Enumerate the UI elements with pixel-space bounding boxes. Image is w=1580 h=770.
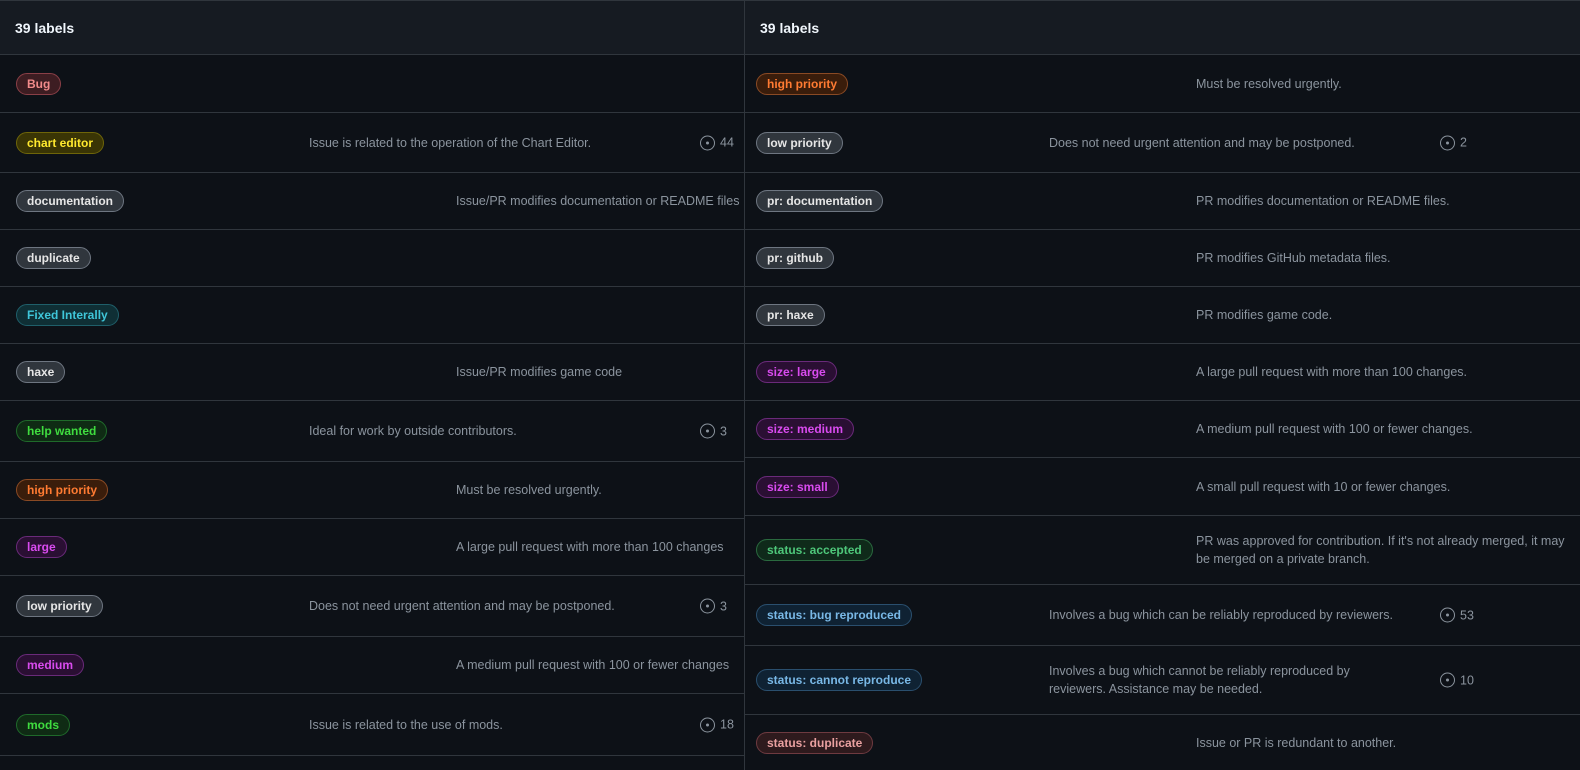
- label-chip[interactable]: help wanted: [16, 420, 108, 442]
- label-description: PR modifies game code.: [1196, 308, 1333, 322]
- label-row: status: cannot reproduce Involves a bug …: [745, 646, 1580, 715]
- open-issues-link[interactable]: 53: [1440, 607, 1474, 623]
- label-chip[interactable]: high priority: [16, 479, 108, 501]
- label-chip[interactable]: size: large: [756, 361, 837, 383]
- label-chip[interactable]: chart editor: [16, 131, 105, 154]
- label-row: size: large A large pull request with mo…: [745, 344, 1580, 401]
- label-row: low priority Does not need urgent attent…: [745, 113, 1580, 173]
- label-row: high priority Must be resolved urgently.: [745, 55, 1580, 113]
- label-description: A large pull request with more than 100 …: [1196, 365, 1468, 379]
- issue-count: 3: [720, 424, 727, 438]
- label-row: status: bug reproduced Involves a bug wh…: [745, 585, 1580, 646]
- issue-count: 2: [1460, 135, 1467, 150]
- issue-count: 44: [720, 135, 734, 150]
- label-description: Issue/PR modifies game code: [456, 365, 623, 379]
- label-row: size: small A small pull request with 10…: [745, 458, 1580, 516]
- label-description: Must be resolved urgently.: [456, 483, 602, 497]
- label-chip[interactable]: haxe: [16, 361, 66, 383]
- label-description: Does not need urgent attention and may b…: [309, 599, 615, 613]
- label-chip[interactable]: pr: haxe: [756, 304, 825, 326]
- label-chip[interactable]: status: duplicate: [756, 732, 874, 754]
- label-description: PR was approved for contribution. If it'…: [1196, 534, 1565, 566]
- label-chip[interactable]: status: accepted: [756, 539, 873, 561]
- label-chip[interactable]: medium: [16, 654, 85, 676]
- label-row: size: medium A medium pull request with …: [745, 401, 1580, 458]
- label-chip[interactable]: low priority: [16, 595, 103, 617]
- label-row: pr: github PR modifies GitHub metadata f…: [745, 230, 1580, 287]
- open-issues-link[interactable]: 3: [700, 423, 727, 439]
- label-description: Issue or PR is redundant to another.: [1196, 736, 1397, 750]
- label-row: medium A medium pull request with 100 or…: [0, 637, 744, 694]
- label-chip[interactable]: pr: github: [756, 247, 834, 269]
- label-description: PR modifies documentation or README file…: [1196, 194, 1450, 208]
- issue-count: 18: [720, 717, 734, 732]
- label-description: Issue is related to the operation of the…: [309, 135, 592, 150]
- label-chip[interactable]: size: medium: [756, 418, 855, 440]
- label-chip[interactable]: pr: documentation: [756, 190, 884, 212]
- issue-opened-icon: [1440, 607, 1455, 623]
- issue-opened-icon: [700, 717, 715, 732]
- label-chip[interactable]: documentation: [16, 190, 124, 212]
- label-description: Involves a bug which cannot be reliably …: [1049, 664, 1350, 696]
- label-row: Bug: [0, 55, 744, 113]
- issue-count: 53: [1460, 608, 1474, 622]
- issue-opened-icon: [1440, 135, 1455, 150]
- issue-opened-icon: [700, 135, 715, 150]
- label-chip[interactable]: low priority: [756, 131, 843, 154]
- label-description: Does not need urgent attention and may b…: [1049, 135, 1355, 150]
- label-row: documentation Issue/PR modifies document…: [0, 173, 744, 230]
- label-chip[interactable]: mods: [16, 713, 71, 736]
- label-row: status: duplicate Issue or PR is redunda…: [745, 715, 1580, 770]
- label-description: Issue/PR modifies documentation or READM…: [456, 194, 740, 208]
- label-row: high priority Must be resolved urgently.: [0, 462, 744, 519]
- label-description: A medium pull request with 100 or fewer …: [1196, 422, 1473, 436]
- label-row: status: accepted PR was approved for con…: [745, 516, 1580, 585]
- label-row: mods Issue is related to the use of mods…: [0, 694, 744, 756]
- label-row: help wanted Ideal for work by outside co…: [0, 401, 744, 462]
- label-description: Involves a bug which can be reliably rep…: [1049, 608, 1393, 622]
- open-issues-link[interactable]: 10: [1440, 672, 1474, 688]
- issue-count: 10: [1460, 673, 1474, 687]
- labels-header: 39 labels: [745, 1, 1580, 55]
- label-chip[interactable]: duplicate: [16, 247, 91, 269]
- label-chip[interactable]: large: [16, 536, 67, 558]
- open-issues-link[interactable]: 3: [700, 598, 727, 614]
- label-row: haxe Issue/PR modifies game code: [0, 344, 744, 401]
- labels-header: 39 labels: [0, 1, 744, 55]
- label-chip[interactable]: status: bug reproduced: [756, 604, 913, 626]
- label-description: Issue is related to the use of mods.: [309, 717, 503, 732]
- label-chip[interactable]: Fixed Interally: [16, 304, 119, 326]
- label-row: pr: documentation PR modifies documentat…: [745, 173, 1580, 230]
- label-chip[interactable]: status: cannot reproduce: [756, 669, 923, 691]
- label-description: Ideal for work by outside contributors.: [309, 424, 517, 438]
- label-chip[interactable]: size: small: [756, 475, 839, 498]
- label-chip[interactable]: high priority: [756, 72, 848, 95]
- labels-count-title: 39 labels: [15, 20, 75, 36]
- label-row: pr: haxe PR modifies game code.: [745, 287, 1580, 344]
- label-description: PR modifies GitHub metadata files.: [1196, 251, 1391, 265]
- labels-count-title: 39 labels: [760, 20, 820, 36]
- label-description: Must be resolved urgently.: [1196, 76, 1342, 91]
- label-row: low priority Does not need urgent attent…: [0, 576, 744, 637]
- open-issues-link[interactable]: 44: [700, 135, 734, 150]
- label-description: A small pull request with 10 or fewer ch…: [1196, 479, 1451, 494]
- issue-opened-icon: [700, 598, 715, 614]
- label-description: A medium pull request with 100 or fewer …: [456, 658, 730, 672]
- label-row: duplicate: [0, 230, 744, 287]
- issue-opened-icon: [700, 423, 715, 439]
- issue-opened-icon: [1440, 672, 1455, 688]
- open-issues-link[interactable]: 18: [700, 717, 734, 732]
- label-row: chart editor Issue is related to the ope…: [0, 113, 744, 173]
- open-issues-link[interactable]: 2: [1440, 135, 1467, 150]
- labels-panel-left: 39 labels Bug chart editor Issue is rela…: [0, 0, 745, 770]
- issue-count: 3: [720, 599, 727, 613]
- label-description: A large pull request with more than 100 …: [456, 540, 724, 554]
- label-row: large A large pull request with more tha…: [0, 519, 744, 576]
- label-chip[interactable]: Bug: [16, 72, 62, 95]
- labels-panel-right: 39 labels high priority Must be resolved…: [744, 0, 1580, 770]
- label-row: Fixed Interally: [0, 287, 744, 344]
